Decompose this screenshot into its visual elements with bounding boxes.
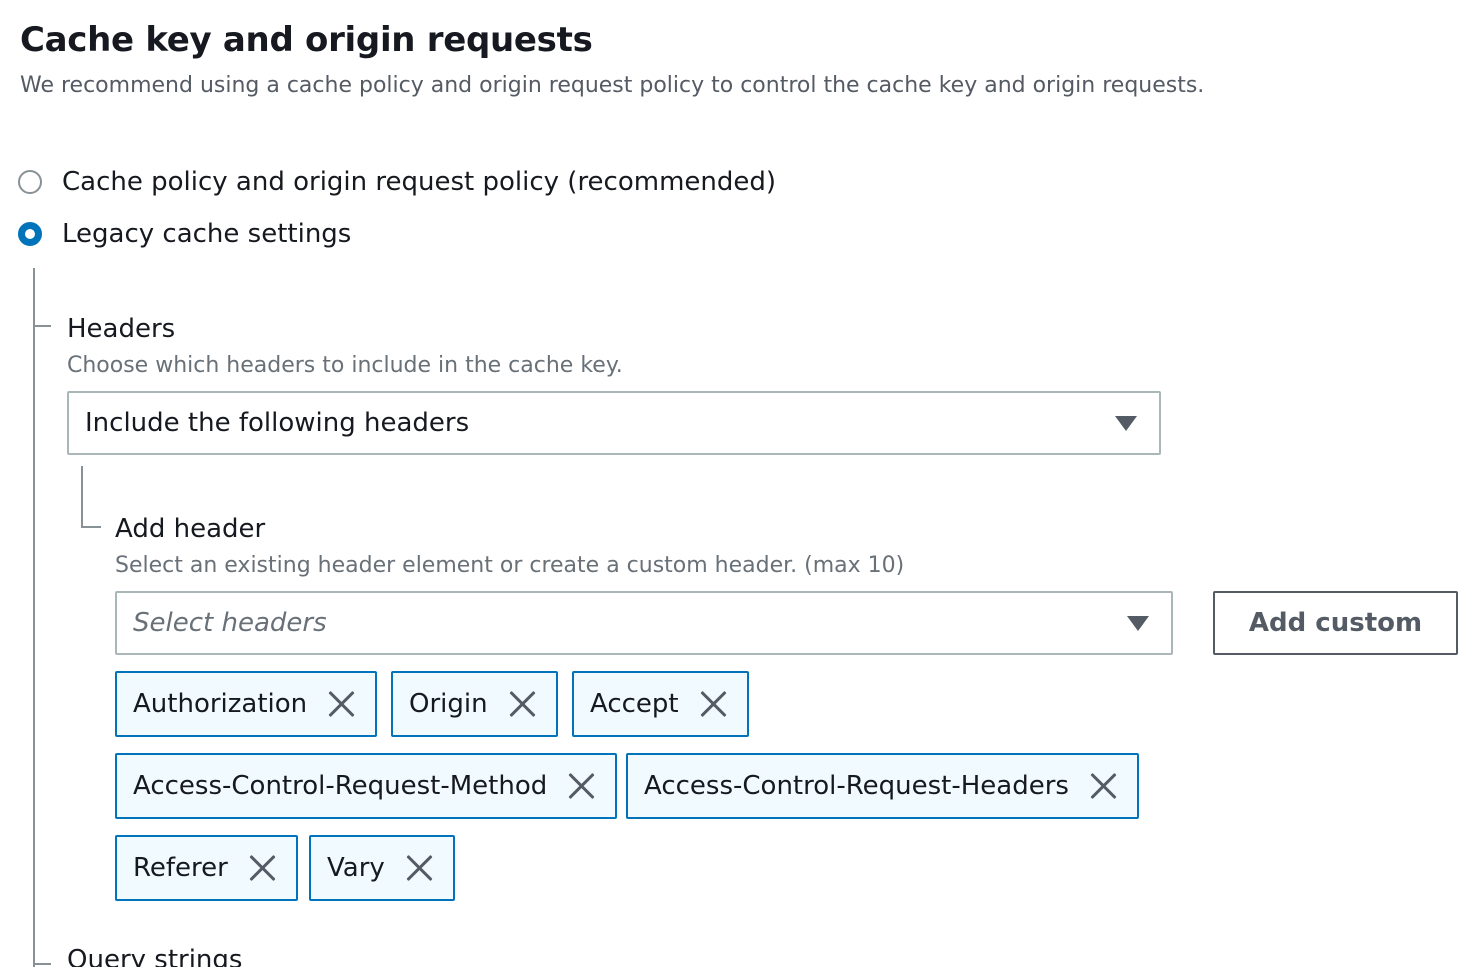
tag-label: Access-Control-Request-Method: [133, 771, 548, 801]
close-icon[interactable]: [699, 689, 729, 719]
close-icon[interactable]: [327, 689, 357, 719]
caret-down-icon: [1127, 616, 1149, 631]
radio-button-checked[interactable]: [18, 222, 42, 246]
tree-connector-tick: [33, 963, 51, 965]
section-title: Cache key and origin requests: [20, 20, 593, 60]
tag-label: Vary: [327, 853, 385, 883]
tag-label: Access-Control-Request-Headers: [644, 771, 1069, 801]
tree-connector-line: [33, 268, 35, 967]
radio-option-cache-policy[interactable]: Cache policy and origin request policy (…: [18, 167, 776, 197]
query-strings-label: Query strings: [67, 945, 243, 967]
tag-label: Origin: [409, 689, 488, 719]
close-icon[interactable]: [567, 771, 597, 801]
radio-label: Legacy cache settings: [62, 219, 352, 249]
tag-label: Accept: [590, 689, 679, 719]
tree-connector-tick: [81, 526, 101, 528]
header-tag-origin: Origin: [391, 671, 558, 737]
section-description: We recommend using a cache policy and or…: [20, 73, 1205, 98]
add-header-description: Select an existing header element or cre…: [115, 553, 905, 578]
header-tag-authorization: Authorization: [115, 671, 378, 737]
caret-down-icon: [1115, 416, 1137, 431]
headers-label: Headers: [67, 314, 176, 344]
close-icon[interactable]: [508, 689, 538, 719]
headers-select-value: Include the following headers: [85, 408, 470, 438]
header-tag-access-control-request-headers: Access-Control-Request-Headers: [626, 753, 1139, 819]
radio-label: Cache policy and origin request policy (…: [62, 167, 777, 197]
tree-connector-line: [81, 466, 83, 528]
header-tag-accept: Accept: [572, 671, 749, 737]
headers-select[interactable]: Include the following headers: [67, 391, 1161, 455]
close-icon[interactable]: [1089, 771, 1119, 801]
close-icon[interactable]: [405, 853, 435, 883]
header-tag-vary: Vary: [309, 835, 455, 901]
radio-option-legacy-cache[interactable]: Legacy cache settings: [18, 219, 351, 249]
tag-label: Referer: [133, 853, 228, 883]
add-custom-button[interactable]: Add custom: [1213, 591, 1458, 655]
select-headers-dropdown[interactable]: Select headers: [115, 591, 1173, 655]
header-tag-referer: Referer: [115, 835, 298, 901]
cache-settings-panel: Cache key and origin requests We recomme…: [0, 0, 1470, 967]
add-header-label: Add header: [115, 514, 266, 544]
headers-description: Choose which headers to include in the c…: [67, 353, 623, 378]
tree-connector-tick: [33, 325, 51, 327]
tag-label: Authorization: [133, 689, 308, 719]
close-icon[interactable]: [248, 853, 278, 883]
select-headers-placeholder: Select headers: [133, 608, 327, 638]
radio-button-unchecked[interactable]: [18, 170, 42, 194]
header-tag-access-control-request-method: Access-Control-Request-Method: [115, 753, 618, 819]
